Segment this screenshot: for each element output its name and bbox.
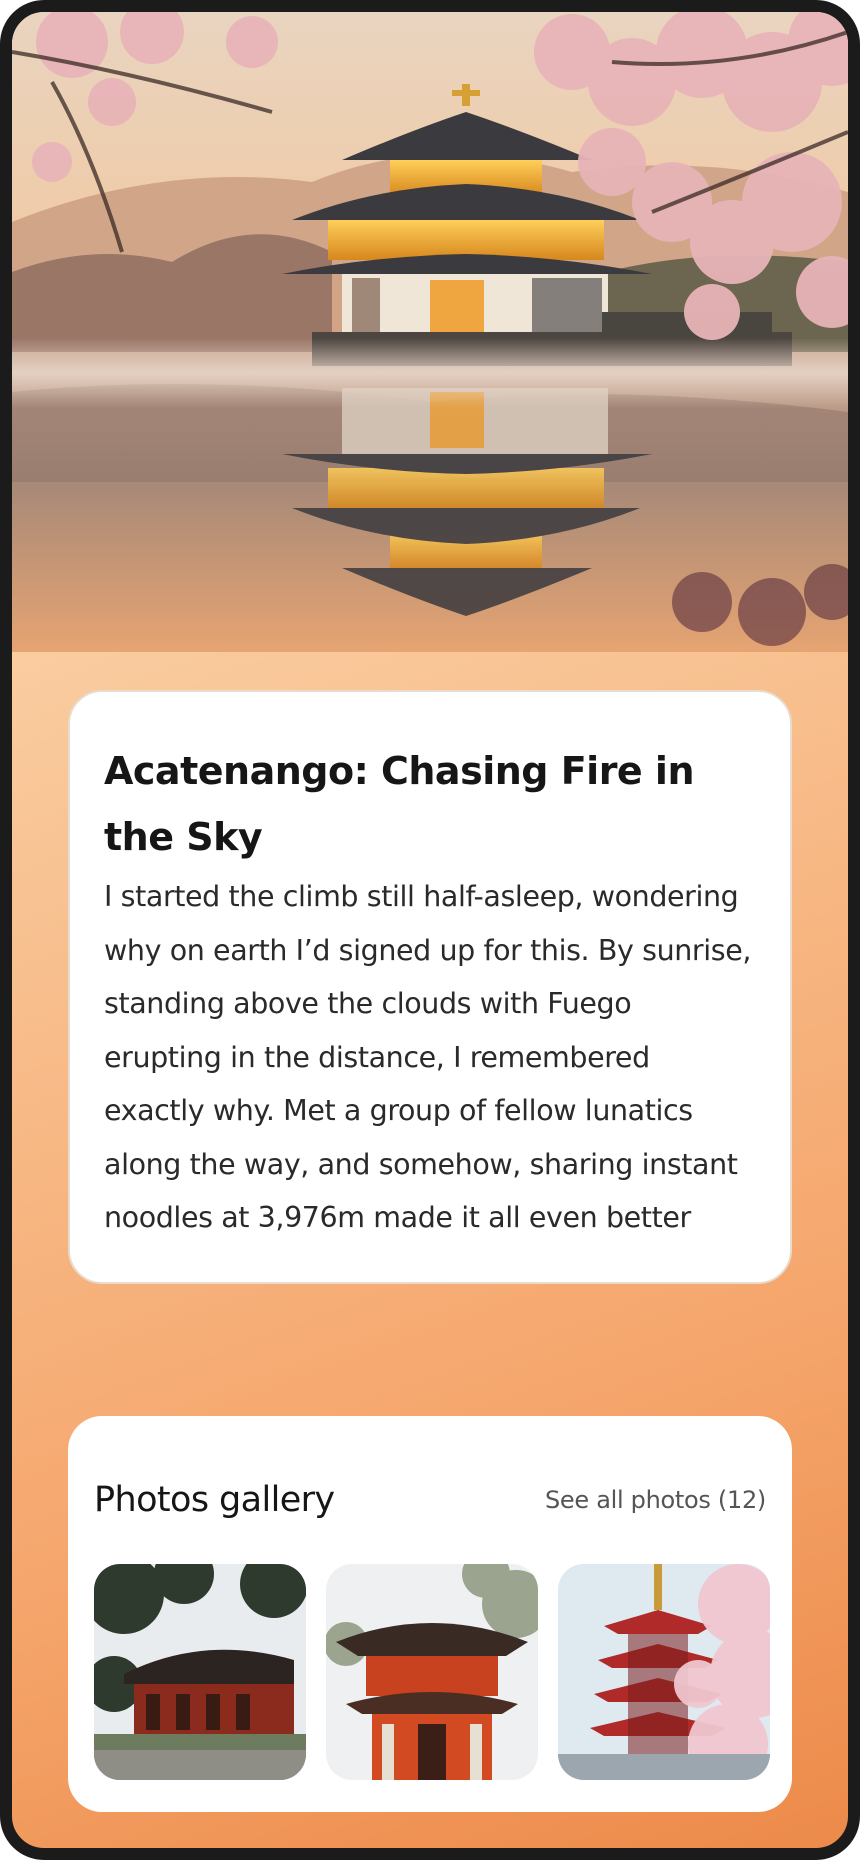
gallery-thumbnails <box>94 1564 770 1780</box>
gallery-header: Photos gallery See all photos (12) <box>94 1470 766 1530</box>
story-card: Acatenango: Chasing Fire in the Sky I st… <box>68 690 792 1284</box>
hero-image <box>12 12 848 652</box>
gallery-photo-3[interactable] <box>558 1564 770 1780</box>
see-all-photos-link[interactable]: See all photos (12) <box>545 1486 766 1514</box>
photos-gallery-card: Photos gallery See all photos (12) <box>68 1416 792 1812</box>
story-body: I started the climb still half-asleep, w… <box>104 880 752 1234</box>
gallery-photo-1[interactable] <box>94 1564 306 1780</box>
gallery-photo-2[interactable] <box>326 1564 538 1780</box>
gallery-title: Photos gallery <box>94 1480 335 1520</box>
story-title: Acatenango: Chasing Fire in the Sky <box>104 749 695 859</box>
phone-frame: Acatenango: Chasing Fire in the Sky I st… <box>0 0 860 1860</box>
